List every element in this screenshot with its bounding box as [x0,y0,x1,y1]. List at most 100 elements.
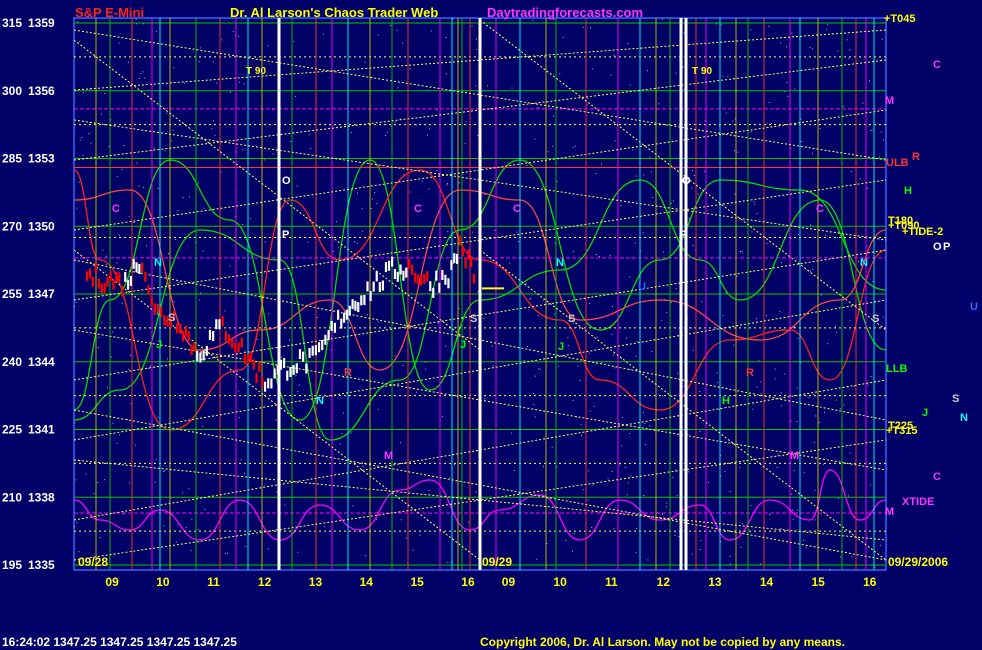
star-dot [581,435,583,437]
star-dot [646,70,648,72]
price-bar [187,331,190,342]
star-dot [477,291,479,293]
site-link[interactable]: Daytradingforecasts.com [487,5,643,20]
star-dot [675,288,677,290]
star-dot [727,75,729,77]
star-dot [163,471,165,473]
planet-label-n: N [556,257,564,269]
star-dot [397,87,399,89]
price-bar [402,270,405,281]
price-bar [283,358,286,369]
star-dot [629,276,631,278]
star-dot [642,232,644,234]
star-dot [692,170,694,172]
star-dot [777,454,779,456]
star-dot [276,491,278,493]
star-dot [116,176,118,178]
star-dot [172,130,174,132]
star-dot [268,313,270,315]
planet-label-r: R [344,367,352,379]
star-dot [869,484,871,486]
star-dot [760,393,762,395]
star-dot [523,360,525,362]
price-bar [176,323,179,334]
star-dot [242,328,244,330]
star-dot [74,422,76,424]
star-dot [553,115,555,117]
star-dot [135,444,137,446]
star-dot [409,68,411,70]
star-dot [587,97,589,99]
price-bar [444,274,447,285]
price-bar [343,312,346,323]
price-bar [396,271,399,282]
star-dot [794,88,796,90]
star-dot [622,417,624,419]
star-dot [583,489,585,491]
star-dot [770,123,772,125]
price-bar [267,378,270,389]
star-dot [78,551,80,553]
star-dot [356,192,358,194]
star-dot [212,61,214,63]
planet-label-m: M [790,450,799,462]
star-dot [198,60,200,62]
price-bar [100,283,103,294]
star-dot [429,128,431,130]
star-dot [232,30,234,32]
price-bar [109,271,112,282]
star-dot [203,207,205,209]
star-dot [323,33,325,35]
star-dot [691,553,693,555]
star-dot [90,142,92,144]
star-dot [632,149,634,151]
star-dot [742,523,744,525]
star-dot [197,182,199,184]
star-dot [866,187,868,189]
star-dot [649,425,651,427]
star-dot [662,251,664,253]
star-dot [868,80,870,82]
price-bar [129,275,132,286]
star-dot [102,249,104,251]
star-dot [538,368,540,370]
star-dot [267,548,269,550]
price-bar [405,267,408,278]
star-dot [643,174,645,176]
star-dot [820,294,822,296]
line-label: ULB [886,157,909,169]
star-dot [534,416,536,418]
star-dot [551,447,553,449]
star-dot [100,113,102,115]
star-dot [577,365,579,367]
price-bar [255,373,258,384]
price-bar [215,319,218,330]
star-dot [621,445,623,447]
star-dot [377,408,379,410]
star-dot [416,124,418,126]
price-bar [249,352,253,363]
star-dot [107,386,109,388]
star-dot [78,181,80,183]
star-dot [840,556,842,558]
price-bar [94,262,97,273]
planet-label-c: C [112,203,120,215]
price-bar [366,281,369,292]
star-dot [732,120,734,122]
star-dot [89,88,91,90]
star-dot [128,215,130,217]
price-bar [330,321,333,332]
price-bar [208,329,212,340]
star-dot [846,39,848,41]
star-dot [308,134,310,136]
price-bar [263,381,267,392]
star-dot [297,391,299,393]
star-dot [649,156,651,158]
star-dot [167,253,169,255]
star-dot [445,345,447,347]
star-dot [166,358,168,360]
star-dot [491,345,493,347]
star-dot [837,50,839,52]
price-bar [141,262,144,273]
star-dot [547,151,549,153]
